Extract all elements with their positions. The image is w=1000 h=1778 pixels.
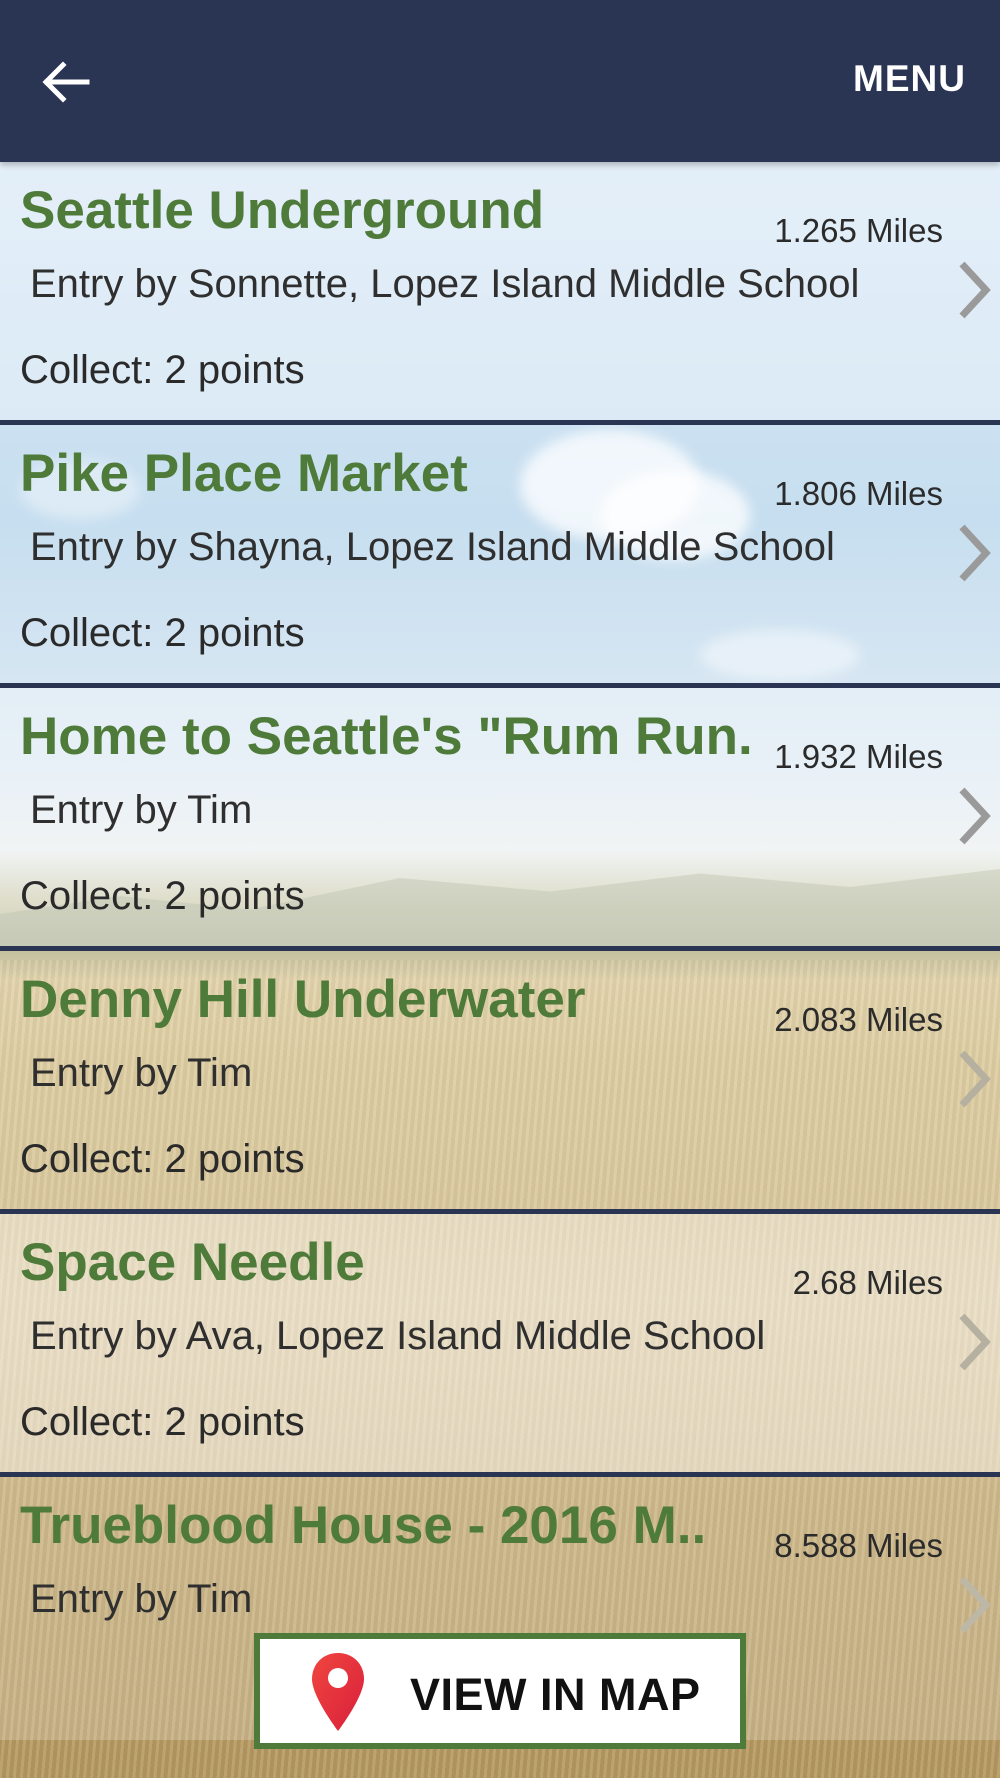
entry-points: Collect: 2 points [20,348,305,392]
menu-button[interactable]: MENU [853,58,966,100]
list-item[interactable]: Home to Seattle's "Rum Run.. 1.932 Miles… [0,688,1000,951]
entry-author: Entry by Tim [30,1051,253,1095]
entry-distance: 8.588 Miles [774,1527,943,1564]
view-in-map-button[interactable]: VIEW IN MAP [254,1633,746,1749]
entry-list: Seattle Underground 1.265 Miles Entry by… [0,162,1000,1740]
app-bar: MENU [0,0,1000,162]
back-arrow-icon [42,61,90,103]
entry-author: Entry by Ava, Lopez Island Middle School [30,1314,766,1358]
chevron-right-icon [959,1050,991,1108]
entry-title: Seattle Underground [20,181,545,240]
list-item[interactable]: Pike Place Market 1.806 Miles Entry by S… [0,425,1000,688]
list-item[interactable]: Denny Hill Underwater 2.083 Miles Entry … [0,951,1000,1214]
entry-distance: 1.932 Miles [774,738,943,775]
view-in-map-label: VIEW IN MAP [410,1669,701,1720]
entry-points: Collect: 2 points [20,611,305,655]
entry-author: Entry by Shayna, Lopez Island Middle Sch… [30,525,835,569]
entry-title: Denny Hill Underwater [20,970,586,1029]
chevron-right-icon [959,1313,991,1371]
entry-title: Pike Place Market [20,444,468,503]
entry-points: Collect: 2 points [20,874,305,918]
chevron-right-icon [959,524,991,582]
entry-author: Entry by Tim [30,788,253,832]
list-item[interactable]: Seattle Underground 1.265 Miles Entry by… [0,162,1000,425]
map-pin-icon [312,1653,364,1731]
entry-author: Entry by Tim [30,1577,253,1621]
chevron-right-icon [959,261,991,319]
entry-distance: 2.083 Miles [774,1001,943,1038]
entry-points: Collect: 2 points [20,1400,305,1444]
entry-points: Collect: 2 points [20,1137,305,1181]
entry-title: Trueblood House - 2016 M.. [20,1496,707,1555]
chevron-right-icon [959,1576,991,1634]
chevron-right-icon [959,787,991,845]
entry-title: Home to Seattle's "Rum Run.. [20,707,750,766]
entry-distance: 1.806 Miles [774,475,943,512]
entry-distance: 2.68 Miles [792,1264,943,1301]
entry-distance: 1.265 Miles [774,212,943,249]
back-button[interactable] [36,52,96,112]
entry-author: Entry by Sonnette, Lopez Island Middle S… [30,262,860,306]
list-item[interactable]: Space Needle 2.68 Miles Entry by Ava, Lo… [0,1214,1000,1477]
entry-title: Space Needle [20,1233,365,1292]
